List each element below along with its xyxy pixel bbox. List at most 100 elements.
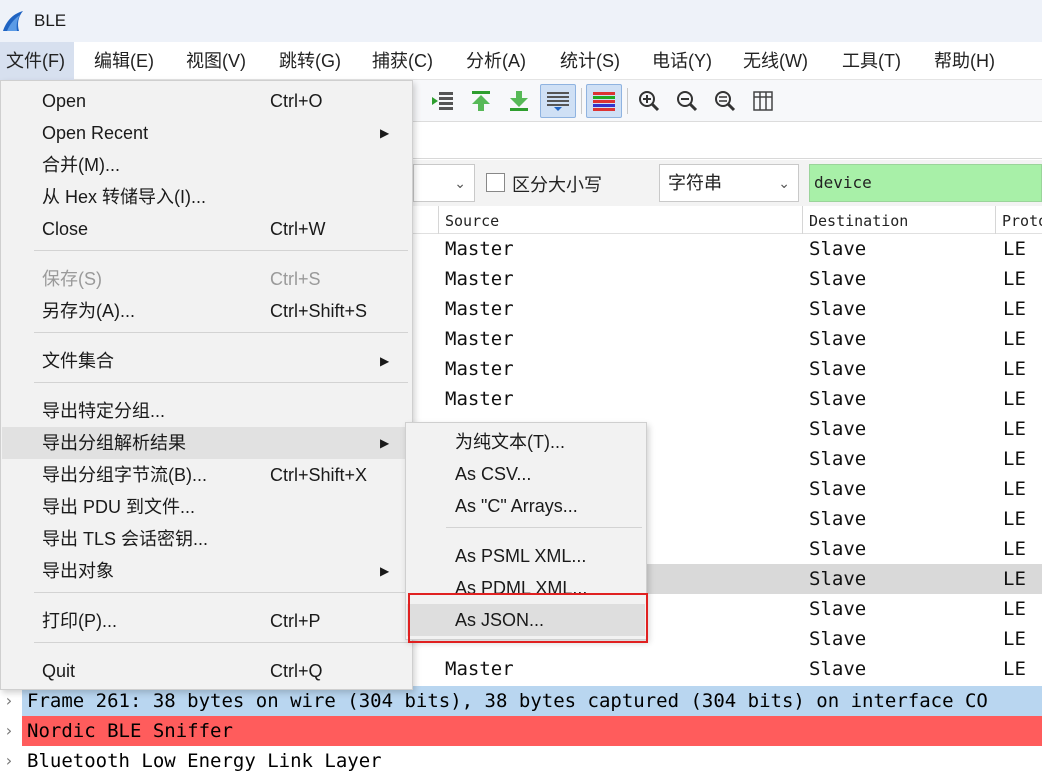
column-destination[interactable]: Destination: [809, 212, 908, 230]
submenu-item-c-arrays[interactable]: As "C" Arrays...: [407, 490, 645, 522]
expand-arrow-icon[interactable]: ›: [4, 716, 20, 746]
menu-item-merge[interactable]: 合并(M)...: [2, 149, 411, 181]
cell-destination: Slave: [809, 238, 867, 260]
menu-statistics[interactable]: 统计(S): [540, 42, 632, 80]
menu-item-quit[interactable]: Quit Ctrl+Q: [2, 655, 411, 687]
autoscroll-icon[interactable]: [540, 84, 576, 118]
cell-destination: Slave: [809, 478, 867, 500]
table-row[interactable]: Master Slave LE: [413, 234, 1042, 264]
cell-destination: Slave: [809, 358, 867, 380]
table-row[interactable]: Master Slave LE: [413, 324, 1042, 354]
main-toolbar: [413, 80, 1042, 122]
menu-item-open-recent[interactable]: Open Recent ▶: [2, 117, 411, 149]
menu-item-export-dissections[interactable]: 导出分组解析结果 ▶: [2, 427, 411, 459]
cell-protocol: LE: [1003, 538, 1026, 560]
cell-protocol: LE: [1003, 568, 1026, 590]
menu-tools[interactable]: 工具(T): [822, 42, 914, 80]
menu-item-open[interactable]: Open Ctrl+O: [2, 85, 411, 117]
menu-file[interactable]: 文件(F): [0, 41, 74, 80]
table-row[interactable]: Master Slave LE: [413, 294, 1042, 324]
submenu-item-csv[interactable]: As CSV...: [407, 458, 645, 490]
menu-analyze[interactable]: 分析(A): [446, 42, 540, 80]
submenu-item-psml[interactable]: As PSML XML...: [407, 540, 645, 572]
submenu-arrow-icon: ▶: [380, 564, 390, 578]
cell-protocol: LE: [1003, 658, 1026, 680]
menu-bar: 文件(F) 编辑(E) 视图(V) 跳转(G) 捕获(C) 分析(A) 统计(S…: [0, 41, 1042, 80]
menu-edit[interactable]: 编辑(E): [74, 42, 164, 80]
search-type-combo[interactable]: 字符串 ⌄: [659, 164, 799, 202]
menu-view[interactable]: 视图(V): [164, 42, 258, 80]
display-filter-bar[interactable]: [413, 123, 1042, 159]
detail-tree-item[interactable]: › Bluetooth Low Energy Link Layer: [0, 746, 1042, 776]
cell-destination: Slave: [809, 388, 867, 410]
table-row[interactable]: Master Slave LE: [413, 654, 1042, 684]
cell-source: Master: [445, 388, 514, 410]
search-input[interactable]: device: [809, 164, 1042, 202]
cell-protocol: LE: [1003, 298, 1026, 320]
cell-destination: Slave: [809, 628, 867, 650]
menu-item-save[interactable]: 保存(S) Ctrl+S: [2, 263, 411, 295]
column-protocol[interactable]: Proto: [1002, 212, 1042, 230]
cell-protocol: LE: [1003, 628, 1026, 650]
cell-protocol: LE: [1003, 268, 1026, 290]
submenu-arrow-icon: ▶: [380, 354, 390, 368]
cell-destination: Slave: [809, 268, 867, 290]
resize-columns-icon[interactable]: [747, 84, 779, 118]
search-in-combo[interactable]: ⌄: [413, 164, 475, 202]
menu-item-close[interactable]: Close Ctrl+W: [2, 213, 411, 245]
cell-protocol: LE: [1003, 388, 1026, 410]
zoom-in-icon[interactable]: [633, 84, 665, 118]
cell-protocol: LE: [1003, 328, 1026, 350]
title-bar: BLE: [0, 0, 1042, 42]
last-packet-icon[interactable]: [503, 84, 535, 118]
go-to-packet-icon[interactable]: [427, 84, 459, 118]
cell-destination: Slave: [809, 658, 867, 680]
submenu-item-plain-text[interactable]: 为纯文本(T)...: [407, 426, 645, 458]
cell-destination: Slave: [809, 538, 867, 560]
menu-item-file-set[interactable]: 文件集合 ▶: [2, 345, 411, 377]
submenu-arrow-icon: ▶: [380, 126, 390, 140]
menu-wireless[interactable]: 无线(W): [724, 42, 822, 80]
menu-item-export-objects[interactable]: 导出对象 ▶: [2, 555, 411, 587]
table-row[interactable]: Master Slave LE: [413, 384, 1042, 414]
detail-label: Frame 261: 38 bytes on wire (304 bits), …: [22, 686, 1042, 716]
cell-source: Master: [445, 358, 514, 380]
table-row[interactable]: Master Slave LE: [413, 264, 1042, 294]
menu-item-import-hex[interactable]: 从 Hex 转储导入(I)...: [2, 181, 411, 213]
expand-arrow-icon[interactable]: ›: [4, 686, 20, 716]
cell-destination: Slave: [809, 418, 867, 440]
menu-item-export-specified[interactable]: 导出特定分组...: [2, 395, 411, 427]
search-type-value: 字符串: [668, 173, 722, 193]
normal-size-icon[interactable]: [709, 84, 741, 118]
submenu-item-pdml[interactable]: As PDML XML...: [407, 572, 645, 594]
menu-telephony[interactable]: 电话(Y): [632, 42, 724, 80]
cell-source: Master: [445, 658, 514, 680]
chevron-down-icon: ⌄: [454, 175, 466, 191]
cell-destination: Slave: [809, 448, 867, 470]
zoom-out-icon[interactable]: [671, 84, 703, 118]
first-packet-icon[interactable]: [465, 84, 497, 118]
detail-label: Bluetooth Low Energy Link Layer: [22, 746, 1042, 776]
colorize-icon[interactable]: [586, 84, 622, 118]
expand-arrow-icon[interactable]: ›: [4, 746, 20, 776]
detail-tree-item[interactable]: › Nordic BLE Sniffer: [0, 716, 1042, 746]
menu-item-export-bytes[interactable]: 导出分组字节流(B)... Ctrl+Shift+X: [2, 459, 411, 491]
menu-item-export-tls[interactable]: 导出 TLS 会话密钥...: [2, 523, 411, 555]
menu-item-save-as[interactable]: 另存为(A)... Ctrl+Shift+S: [2, 295, 411, 327]
menu-item-print[interactable]: 打印(P)... Ctrl+P: [2, 605, 411, 637]
detail-tree-item[interactable]: › Frame 261: 38 bytes on wire (304 bits),…: [0, 686, 1042, 716]
menu-capture[interactable]: 捕获(C): [352, 42, 446, 80]
case-sensitive-checkbox[interactable]: [486, 173, 505, 192]
table-row[interactable]: Master Slave LE: [413, 354, 1042, 384]
case-sensitive-label: 区分大小写: [512, 175, 602, 195]
cell-source: Master: [445, 268, 514, 290]
menu-help[interactable]: 帮助(H): [914, 42, 1006, 80]
cell-destination: Slave: [809, 298, 867, 320]
cell-protocol: LE: [1003, 508, 1026, 530]
menu-item-export-pdu[interactable]: 导出 PDU 到文件...: [2, 491, 411, 523]
column-source[interactable]: Source: [445, 212, 499, 230]
file-menu-dropdown: Open Ctrl+O Open Recent ▶ 合并(M)... 从 Hex 转…: [0, 80, 413, 690]
cell-destination: Slave: [809, 508, 867, 530]
menu-go[interactable]: 跳转(G): [258, 42, 352, 80]
submenu-arrow-icon: ▶: [380, 436, 390, 450]
